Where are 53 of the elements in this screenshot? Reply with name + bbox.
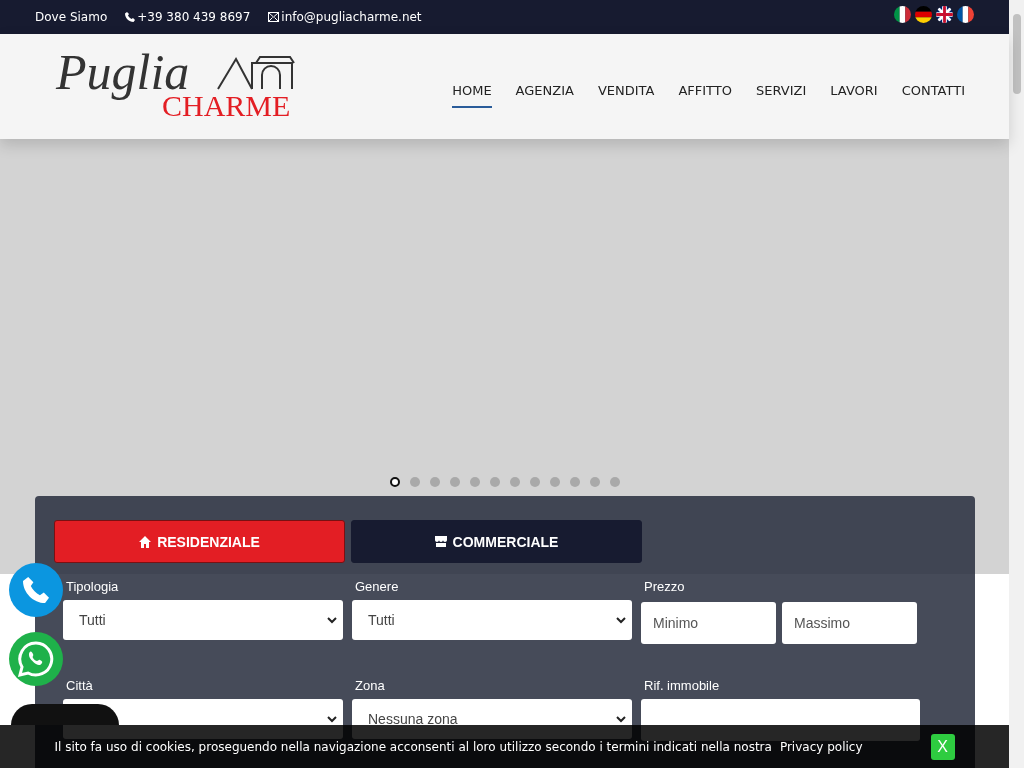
slider-dot[interactable]	[509, 477, 520, 487]
field-label: Tipologia	[66, 579, 119, 594]
nav-link[interactable]: VENDITA	[597, 75, 655, 108]
envelope-icon	[268, 12, 280, 22]
slider-dot[interactable]	[609, 477, 620, 487]
phone-icon	[125, 12, 136, 22]
field-label: Genere	[355, 579, 399, 594]
price-field[interactable]: Minimo	[641, 602, 776, 644]
nav-link[interactable]: AGENZIA	[515, 75, 574, 108]
phone-icon	[23, 577, 49, 603]
flag-icon[interactable]	[894, 5, 911, 23]
category-tab[interactable]: RESIDENZIALE	[54, 520, 345, 563]
slider-dot[interactable]	[449, 477, 460, 487]
field-label: Prezzo	[644, 579, 685, 594]
field-label: Città	[66, 678, 93, 693]
chevron-icon	[327, 616, 337, 624]
slider-dot[interactable]	[529, 477, 540, 487]
privacy-link[interactable]: Privacy policy	[779, 739, 863, 754]
nav-link[interactable]: LAVORI	[830, 75, 878, 108]
slider-dot[interactable]	[589, 477, 600, 487]
field-label: Zona	[355, 678, 385, 693]
nav-link[interactable]: CONTATTI	[901, 75, 965, 108]
flag-icon[interactable]	[957, 5, 974, 23]
slider-dot[interactable]	[489, 477, 500, 487]
phone-link[interactable]: +39 380 439 8697	[125, 10, 251, 24]
slider-dot[interactable]	[429, 477, 440, 487]
chevron-icon	[616, 715, 626, 723]
location-link[interactable]: Dove Siamo	[35, 10, 108, 24]
chevron-icon	[616, 616, 626, 624]
email-link[interactable]: info@pugliacharme.net	[268, 10, 422, 24]
store-icon	[434, 535, 447, 548]
slider-dot[interactable]	[569, 477, 580, 487]
slider-dot[interactable]	[469, 477, 480, 487]
chevron-icon	[327, 715, 337, 723]
flag-icon[interactable]	[915, 5, 932, 23]
nav-link[interactable]: AFFITTO	[678, 75, 732, 108]
slider-dot[interactable]	[549, 477, 560, 487]
slider-dot[interactable]	[389, 477, 400, 487]
slider-dot[interactable]	[409, 477, 420, 487]
nav-link[interactable]: HOME	[452, 75, 492, 108]
house-icon	[139, 535, 152, 548]
chat-widget[interactable]	[11, 704, 119, 725]
flag-icon[interactable]	[936, 5, 953, 23]
select-field[interactable]: Tutti	[352, 600, 632, 640]
cookie-notice: Il sito fa uso di cookies, proseguendo nella navigazione acconsenti al loro utilizzo secondo i termini indicati nella nostra	[54, 739, 772, 754]
category-tab[interactable]: COMMERCIALE	[351, 520, 642, 563]
whatsapp-button[interactable]	[9, 632, 63, 686]
chat-bubble-icon	[16, 639, 56, 679]
field-label: Rif. immobile	[644, 678, 720, 693]
select-field[interactable]: Tutti	[63, 600, 343, 640]
nav-link[interactable]: SERVIZI	[756, 75, 807, 108]
scrollbar-thumb[interactable]	[1012, 14, 1021, 94]
price-field[interactable]: Massimo	[782, 602, 917, 644]
